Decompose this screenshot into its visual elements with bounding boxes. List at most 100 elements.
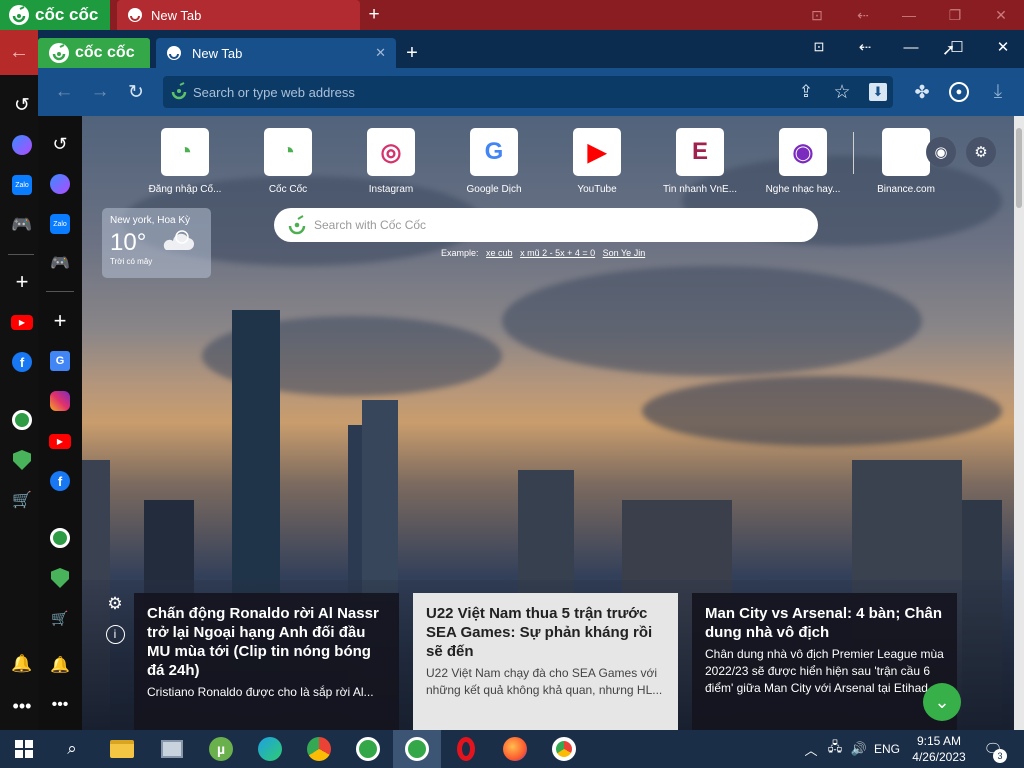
coccoc-icon: ◔ (264, 128, 312, 176)
news-card[interactable]: Chấn động Ronaldo rời Al Nassr trở lại N… (134, 593, 399, 730)
sidebar-add-icon[interactable]: + (47, 308, 73, 334)
profile-icon[interactable]: ● (945, 80, 973, 104)
outer-close-button[interactable]: ✕ (978, 0, 1024, 30)
screenshot-icon[interactable]: ⊡ (796, 36, 842, 58)
back-history-icon[interactable]: ⇠ (842, 36, 888, 58)
shop-icon[interactable]: 🛒 (10, 488, 34, 512)
gamepad-icon[interactable]: 🎮 (10, 213, 34, 237)
forward-icon[interactable]: → (86, 80, 114, 104)
example-link[interactable]: x mũ 2 - 5x + 4 = 0 (520, 248, 595, 258)
outer-brand-text: cốc cốc (35, 5, 99, 24)
network-icon[interactable]: 🖧 (824, 738, 846, 760)
language-indicator[interactable]: ENG (872, 730, 902, 768)
opera-icon[interactable] (442, 730, 490, 768)
youtube-icon[interactable]: ▶ (10, 310, 34, 334)
volume-icon[interactable]: 🔊 (848, 738, 870, 760)
shortcut-tile[interactable]: E Tin nhanh VnE... (650, 126, 750, 200)
outer-screenshot-icon[interactable]: ⊡ (794, 0, 840, 30)
outer-tab-new-tab[interactable]: New Tab (117, 0, 360, 30)
address-bar[interactable]: Search or type web address (163, 76, 893, 108)
shield-icon[interactable] (10, 448, 34, 472)
history-icon[interactable]: ↺ (10, 93, 34, 117)
sidebar-youtube-icon[interactable]: ▶ (47, 428, 73, 454)
taskbar-search-icon[interactable]: ⌕ (48, 730, 96, 768)
settings-gear-icon[interactable]: ⚙ (104, 593, 126, 615)
sidebar-more-icon[interactable]: ••• (47, 692, 73, 718)
shortcut-label: Tin nhanh VnE... (662, 184, 738, 195)
scrollbar-thumb[interactable] (1016, 128, 1022, 208)
sidebar-instagram-icon[interactable] (47, 388, 73, 414)
outer-new-tab-button[interactable]: + (362, 3, 386, 27)
minimize-button[interactable]: — (888, 36, 934, 58)
shortcut-tile[interactable]: ◎ Instagram (341, 126, 441, 200)
sidebar-football-icon[interactable] (47, 525, 73, 551)
photos-app-icon[interactable] (148, 730, 196, 768)
outer-more-icon[interactable]: ••• (10, 694, 34, 718)
shortcut-tile[interactable]: ◉ Nghe nhạc hay... (753, 126, 853, 200)
facebook-icon[interactable]: f (10, 350, 34, 374)
shortcut-tile[interactable]: ▶ YouTube (547, 126, 647, 200)
zalo-icon[interactable]: Zalo (10, 173, 34, 197)
outer-minimize-button[interactable]: — (886, 0, 932, 30)
add-icon[interactable]: + (10, 269, 34, 294)
sidebar-translate-icon[interactable]: G (47, 348, 73, 374)
share-icon[interactable]: ⇪ (792, 80, 820, 104)
shortcut-label: Google Dịch (466, 184, 522, 195)
scroll-down-chevron-icon[interactable]: ⌄ (923, 683, 961, 721)
football-icon[interactable] (10, 408, 34, 432)
downloads-icon[interactable]: ⤓ (984, 80, 1012, 104)
tray-chevron-up-icon[interactable]: ︿ (802, 738, 820, 760)
sidebar-shield-icon[interactable] (47, 565, 73, 591)
maximize-button[interactable]: ☐ (934, 36, 980, 58)
back-icon[interactable]: ← (50, 80, 78, 104)
customize-icon[interactable]: ⚙ (966, 137, 996, 167)
sidebar-bell-icon[interactable]: 🔔 (47, 652, 73, 678)
account-icon[interactable]: ◉ (926, 137, 956, 167)
shortcut-tile[interactable]: ◔ Đăng nhập Cố... (135, 126, 235, 200)
messenger-icon[interactable] (10, 133, 34, 157)
info-icon[interactable]: i (104, 623, 126, 645)
sidebar-gamepad-icon[interactable]: 🎮 (47, 250, 73, 276)
close-button[interactable]: ✕ (980, 36, 1024, 58)
example-link[interactable]: Son Ye Jin (603, 248, 646, 258)
edge-icon[interactable] (246, 730, 294, 768)
windows-start-icon[interactable] (0, 730, 48, 768)
address-placeholder: Search or type web address (193, 84, 355, 100)
tab-close-icon[interactable]: ✕ (375, 45, 386, 61)
coccoc-taskbar-icon[interactable] (344, 730, 392, 768)
news-card[interactable]: U22 Việt Nam thua 5 trận trước SEA Games… (413, 593, 678, 730)
system-clock[interactable]: 9:15 AM 4/26/2023 (906, 733, 972, 767)
reload-icon[interactable]: ↻ (122, 80, 150, 104)
coccoc-search-box[interactable]: Search with Cốc Cốc (274, 208, 818, 242)
binance-icon (882, 128, 930, 176)
outer-bell-icon[interactable]: 🔔 (10, 652, 34, 676)
weather-description: Trời có mây (110, 257, 153, 266)
tab-new-tab[interactable]: New Tab ✕ (156, 38, 396, 68)
sidebar-facebook-icon[interactable]: f (47, 468, 73, 494)
shortcut-tile[interactable]: G Google Dịch (444, 126, 544, 200)
sidebar-history-icon[interactable]: ↺ (47, 131, 73, 157)
bookmark-star-icon[interactable]: ☆ (828, 80, 856, 104)
sidebar-messenger-icon[interactable] (47, 171, 73, 197)
utorrent-icon[interactable]: µ (197, 730, 245, 768)
outer-maximize-button[interactable]: ❐ (932, 0, 978, 30)
coccoc-active-taskbar-icon[interactable] (393, 730, 441, 768)
weather-location: New york, Hoa Kỳ (110, 215, 191, 226)
file-explorer-icon[interactable] (98, 730, 146, 768)
outer-back-icon[interactable]: ⇠ (840, 0, 886, 30)
outer-coccoc-logo[interactable]: cốc cốc (0, 0, 110, 30)
firefox-icon[interactable] (491, 730, 539, 768)
news-card[interactable]: Man City vs Arsenal: 4 bàn; Chân dung nh… (692, 593, 957, 730)
scrollbar-track[interactable] (1014, 116, 1024, 730)
shortcut-tile[interactable]: ◔ Cốc Cốc (238, 126, 338, 200)
new-tab-button[interactable]: + (400, 40, 424, 66)
sidebar-shop-icon[interactable]: 🛒 (47, 605, 73, 631)
chrome-profile-icon[interactable] (295, 730, 343, 768)
browser-coccoc-logo[interactable]: cốc cốc (38, 38, 150, 68)
download-video-icon[interactable]: ⬇ (864, 80, 892, 104)
sidebar-zalo-icon[interactable]: Zalo (47, 211, 73, 237)
outer-back-arrow-icon[interactable]: ← (0, 30, 38, 75)
chrome-icon[interactable] (540, 730, 588, 768)
extensions-icon[interactable]: ✤ (908, 80, 936, 104)
example-link[interactable]: xe cub (486, 248, 513, 258)
